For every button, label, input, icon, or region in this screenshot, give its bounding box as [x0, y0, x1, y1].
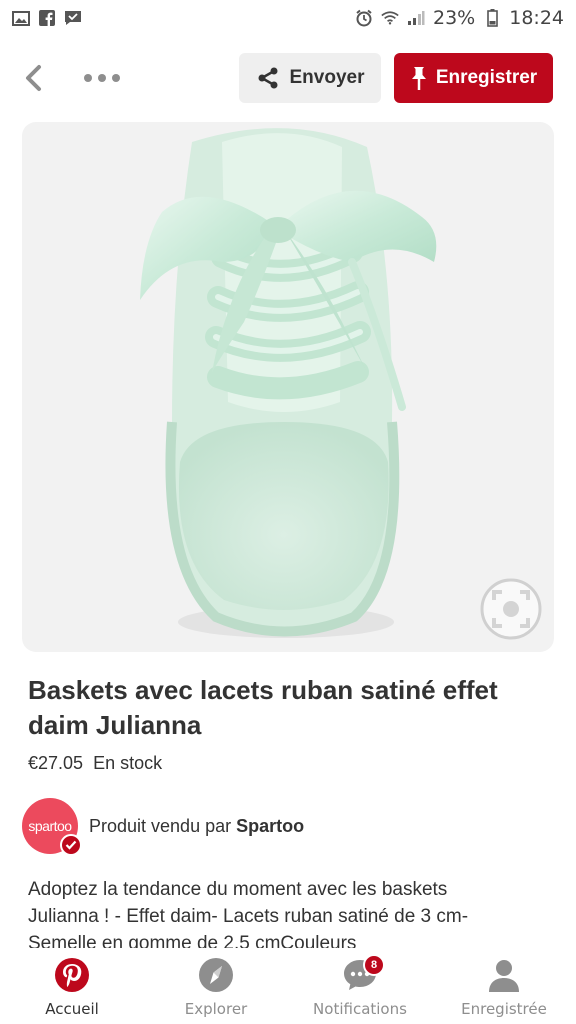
nav-explore[interactable]: Explorer: [144, 950, 288, 1024]
send-button[interactable]: Envoyer: [239, 53, 381, 103]
compass-icon: [197, 956, 235, 994]
alarm-icon: [355, 9, 373, 27]
product-price: €27.05: [28, 753, 84, 773]
save-button[interactable]: Enregistrer: [394, 53, 553, 103]
back-button[interactable]: [18, 60, 48, 96]
nav-saved[interactable]: Enregistrée: [432, 950, 576, 1024]
product-image[interactable]: [22, 122, 554, 652]
nav-home-label: Accueil: [45, 1000, 99, 1018]
more-options-button[interactable]: [80, 60, 124, 96]
ellipsis-icon: [84, 74, 120, 82]
save-button-label: Enregistrer: [435, 67, 538, 88]
chat-icon: 8: [341, 954, 385, 994]
seller-avatar-text: spartoo: [28, 818, 72, 834]
profile-icon: [485, 956, 523, 994]
nav-notifications[interactable]: 8 Notifications: [288, 950, 432, 1024]
seller-row[interactable]: spartoo Produit vendu par Spartoo: [22, 798, 304, 856]
facebook-icon: [38, 10, 56, 26]
bottom-navigation: Accueil Explorer 8 Notifications Enregis…: [0, 950, 576, 1024]
status-bar: 23% 18:24: [0, 0, 576, 36]
top-action-bar: Envoyer Enregistrer: [0, 52, 576, 104]
seller-text: Produit vendu par Spartoo: [89, 816, 304, 837]
nav-saved-label: Enregistrée: [461, 1000, 547, 1018]
visual-search-icon: [480, 578, 542, 640]
seller-name[interactable]: Spartoo: [236, 816, 304, 836]
clock: 18:24: [509, 7, 564, 29]
seller-prefix: Produit vendu par: [89, 815, 237, 836]
battery-percent: 23%: [433, 7, 476, 29]
product-title: Baskets avec lacets ruban satiné effet d…: [28, 675, 498, 740]
nav-notifications-label: Notifications: [313, 1000, 407, 1018]
share-icon: [258, 67, 277, 89]
verified-check-icon: [60, 834, 82, 856]
stock-status: En stock: [93, 753, 163, 773]
pin-icon: [411, 67, 426, 90]
nav-home[interactable]: Accueil: [0, 950, 144, 1024]
price-row: €27.05 En stock: [28, 753, 162, 774]
send-button-label: Envoyer: [289, 67, 365, 88]
pinterest-icon: [53, 956, 91, 994]
seller-avatar[interactable]: spartoo: [22, 798, 82, 856]
image-icon: [12, 10, 30, 26]
message-icon: [64, 10, 82, 26]
chevron-left-icon: [26, 65, 41, 91]
visual-search-button[interactable]: [480, 578, 542, 640]
battery-icon: [483, 9, 501, 27]
wifi-icon: [381, 10, 399, 26]
nav-explore-label: Explorer: [184, 1000, 248, 1018]
product-description: Adoptez la tendance du moment avec les b…: [28, 879, 469, 948]
signal-icon: [407, 10, 425, 26]
shoe-image: [140, 128, 437, 638]
notification-badge: 8: [363, 954, 385, 976]
